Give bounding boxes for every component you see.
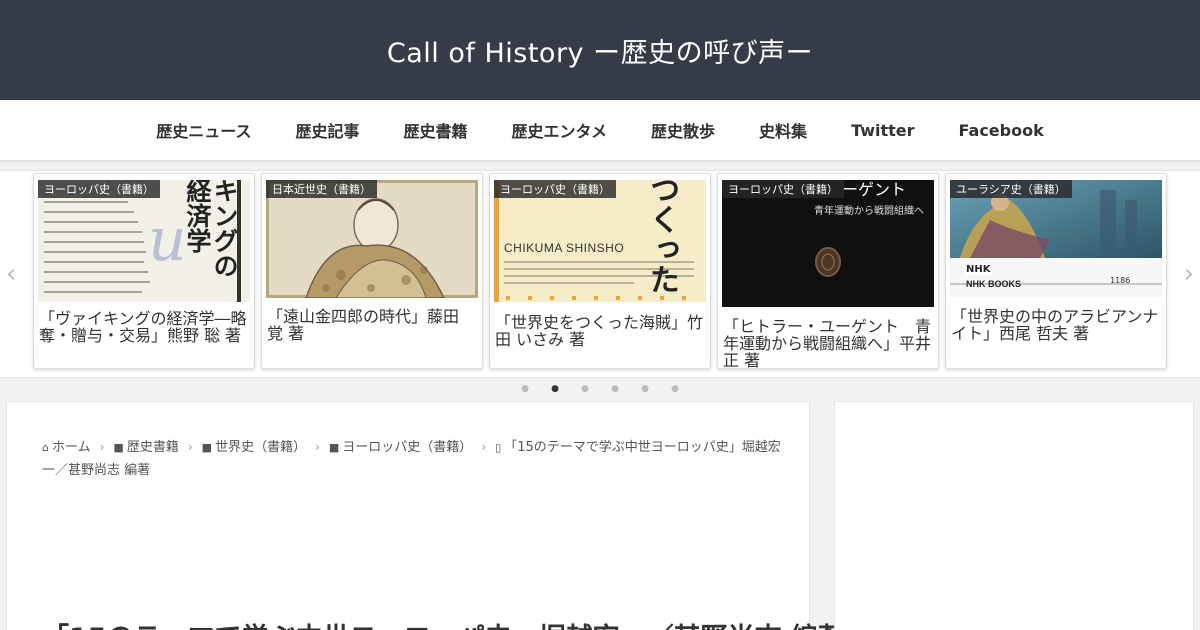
card-title[interactable]: 「世界史をつくった海賊」竹田 いさみ 著 — [495, 314, 705, 348]
main-content: ⌂ ホーム › ■ 歴史書籍 › ■ 世界史（書籍） › ■ ヨーロッパ史（書籍） › ▯ 「15のテーマ… — [6, 401, 845, 630]
article-title: 「15のテーマで学ぶ中世ヨーロッパ史」堀越宏一／甚野尚志 編著 — [42, 616, 845, 630]
cover-text: つくった — [644, 180, 679, 294]
file-icon: ▯ — [495, 441, 502, 454]
carousel-dot[interactable]: ● — [630, 384, 660, 394]
cover-publisher: NHK BOOKS — [966, 279, 1022, 289]
nhk-logo-icon: NHK — [966, 264, 991, 275]
carousel-dot[interactable]: ● — [600, 384, 630, 394]
chevron-right-icon: › — [187, 440, 193, 454]
category-label: ヨーロッパ史（書籍） — [38, 180, 160, 198]
category-label: ヨーロッパ史（書籍） — [494, 180, 616, 198]
main-nav: 歴史ニュース 歴史記事 歴史書籍 歴史エンタメ 歴史散歩 史料集 Twitter… — [0, 100, 1200, 160]
chevron-right-icon[interactable]: › — [1184, 259, 1194, 289]
cover-subtitle: 青年運動から戦闘組織へ — [814, 206, 924, 217]
folder-icon: ■ — [328, 441, 340, 454]
chevron-left-icon[interactable]: ‹ — [6, 259, 16, 289]
cover-text: キングの経済学 — [183, 180, 239, 278]
card-title[interactable]: 「世界史の中のアラビアンナイト」西尾 哲夫 著 — [951, 308, 1161, 342]
book-cover-image: u キングの経済学 — [38, 180, 250, 302]
cover-publisher: CHIKUMA SHINSHO — [504, 241, 625, 255]
sidebar — [834, 401, 1194, 630]
nav-item-facebook[interactable]: Facebook — [937, 121, 1066, 140]
chevron-right-icon: › — [481, 440, 487, 454]
breadcrumb-item-home[interactable]: ⌂ ホーム — [42, 440, 91, 455]
category-label: ヨーロッパ史（書籍） — [722, 180, 844, 198]
related-carousel: ‹ › u キングの経済学 ヨーロッパ史（書籍） 「ヴァイキングの経済学―略奪・… — [0, 170, 1200, 378]
carousel-dot[interactable]: ● — [660, 384, 690, 394]
home-icon: ⌂ — [42, 441, 49, 454]
card-title[interactable]: 「ヒトラー・ユーゲント 青年運動から戦闘組織へ」平井 正 著 — [723, 318, 933, 368]
card-title[interactable]: 「ヴァイキングの経済学―略奪・贈与・交易」熊野 聡 著 — [39, 310, 249, 344]
carousel-card[interactable]: ーゲント 青年運動から戦闘組織へ ヨーロッパ史（書籍） 「ヒトラー・ユーゲント … — [717, 173, 939, 369]
carousel-card[interactable]: u キングの経済学 ヨーロッパ史（書籍） 「ヴァイキングの経済学―略奪・贈与・交… — [33, 173, 255, 369]
nav-item-history-news[interactable]: 歴史ニュース — [134, 118, 273, 142]
nav-item-history-articles[interactable]: 歴史記事 — [273, 118, 381, 142]
carousel-pagination: ● ● ● ● ● ● — [0, 384, 1200, 394]
category-label: 日本近世史（書籍） — [266, 180, 377, 198]
site-title[interactable]: Call of History ー歴史の呼び声ー — [387, 31, 813, 70]
cover-number: 1186 — [1110, 276, 1131, 285]
breadcrumb: ⌂ ホーム › ■ 歴史書籍 › ■ 世界史（書籍） › ■ ヨーロッパ史（書籍） › ▯ 「15のテーマ… — [42, 436, 787, 482]
breadcrumb-item-european-history[interactable]: ■ ヨーロッパ史（書籍） — [329, 440, 472, 455]
nav-item-twitter[interactable]: Twitter — [829, 121, 936, 140]
carousel-dot[interactable]: ● — [510, 384, 540, 394]
carousel-dot[interactable]: ● — [570, 384, 600, 394]
card-title[interactable]: 「遠山金四郎の時代」藤田 覚 著 — [267, 308, 477, 342]
nav-item-history-entertainment[interactable]: 歴史エンタメ — [490, 118, 630, 142]
nav-item-history-walks[interactable]: 歴史散歩 — [629, 118, 737, 142]
folder-icon: ■ — [113, 441, 124, 454]
book-cover-image: ーゲント 青年運動から戦闘組織へ — [722, 180, 934, 307]
nav-item-history-books[interactable]: 歴史書籍 — [381, 118, 489, 142]
chevron-right-icon: › — [99, 440, 105, 454]
breadcrumb-item-history-books[interactable]: ■ 歴史書籍 — [113, 440, 178, 455]
carousel-card[interactable]: つくった CHIKUMA SHINSHO ヨーロッパ史（書籍） 「世界史をつくっ… — [489, 173, 711, 369]
carousel-dot-active[interactable]: ● — [540, 384, 570, 394]
site-header: Call of History ー歴史の呼び声ー — [0, 0, 1200, 100]
carousel-card[interactable]: 日本近世史（書籍） 「遠山金四郎の時代」藤田 覚 著 — [261, 173, 483, 369]
carousel-card[interactable]: NHK NHK BOOKS 1186 ユーラシア史（書籍） 「世界史の中のアラビ… — [945, 173, 1167, 369]
breadcrumb-item-world-history[interactable]: ■ 世界史（書籍） — [202, 440, 306, 455]
folder-icon: ■ — [201, 441, 213, 454]
nav-item-source-materials[interactable]: 史料集 — [737, 118, 829, 142]
chevron-right-icon: › — [315, 440, 320, 454]
cover-text: ーゲント — [842, 180, 907, 199]
category-label: ユーラシア史（書籍） — [950, 180, 1072, 198]
svg-text:u: u — [148, 205, 187, 275]
book-cover-image: つくった CHIKUMA SHINSHO — [494, 180, 706, 302]
